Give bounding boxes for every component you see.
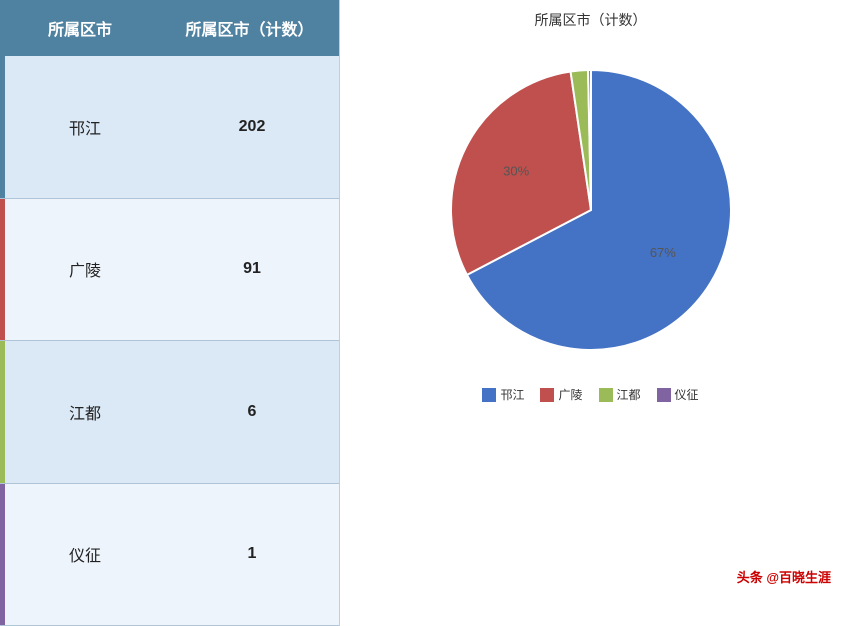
table-header: 所属区市 所属区市（计数） (0, 0, 339, 56)
legend-label-0: 邗江 (500, 386, 524, 403)
data-table: 所属区市 所属区市（计数） 邗江 202 广陵 91 江都 6 仪征 1 (0, 0, 340, 626)
district-count: 91 (165, 240, 339, 298)
chart-section: 所属区市（计数） 67% 30% 邗江 广陵 江都 仪征 头条 @百晓生涯 (340, 0, 841, 626)
pie-label-0: 67% (649, 245, 675, 260)
legend-color-2 (599, 388, 613, 402)
district-name: 江都 (5, 380, 165, 444)
legend-color-1 (540, 388, 554, 402)
district-name: 广陵 (5, 237, 165, 301)
chart-legend: 邗江 广陵 江都 仪征 (482, 386, 698, 403)
district-count: 6 (165, 383, 339, 441)
header-count: 所属区市（计数） (160, 16, 339, 40)
district-name: 仪征 (5, 522, 165, 586)
legend-item-1: 广陵 (540, 386, 582, 403)
table-row: 广陵 91 (0, 199, 339, 342)
table-row: 邗江 202 (0, 56, 339, 199)
pie-label-1: 30% (503, 163, 529, 178)
table-row: 江都 6 (0, 341, 339, 484)
district-name: 邗江 (5, 95, 165, 159)
legend-item-0: 邗江 (482, 386, 524, 403)
table-body: 邗江 202 广陵 91 江都 6 仪征 1 (0, 56, 339, 626)
district-count: 1 (165, 525, 339, 583)
legend-color-3 (657, 388, 671, 402)
legend-color-0 (482, 388, 496, 402)
legend-label-1: 广陵 (558, 386, 582, 403)
header-district: 所属区市 (0, 16, 160, 40)
watermark: 头条 @百晓生涯 (737, 567, 831, 586)
legend-label-3: 仪征 (675, 386, 699, 403)
chart-title: 所属区市（计数） (535, 10, 647, 30)
table-row: 仪征 1 (0, 484, 339, 626)
legend-item-3: 仪征 (657, 386, 699, 403)
district-count: 202 (165, 98, 339, 156)
legend-item-2: 江都 (599, 386, 641, 403)
pie-chart: 67% 30% (431, 50, 751, 370)
legend-label-2: 江都 (617, 386, 641, 403)
pie-svg: 67% 30% (431, 50, 751, 370)
